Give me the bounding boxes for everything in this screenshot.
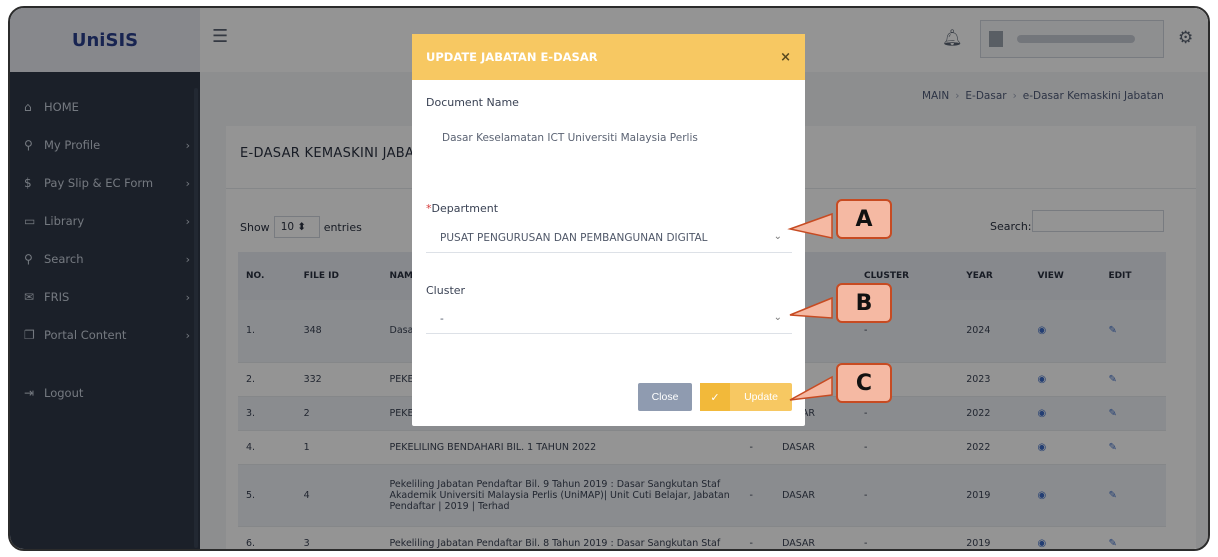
callout-pointers <box>787 212 833 401</box>
callout-a-pointer <box>787 212 833 239</box>
callout-b-pointer <box>789 296 833 319</box>
callout-a: A <box>836 199 892 239</box>
callout-b: B <box>836 283 892 323</box>
callout-c-pointer <box>789 375 833 401</box>
callout-c: C <box>836 363 892 403</box>
